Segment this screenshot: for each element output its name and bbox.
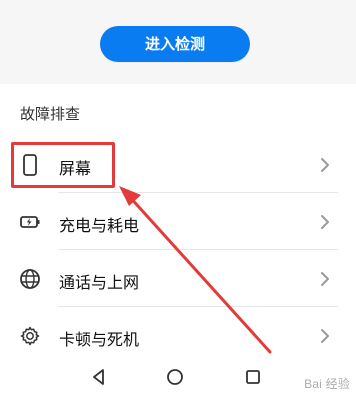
chevron-right-icon	[321, 272, 329, 286]
screen: 进入检测 故障排查 屏幕 充电与耗电 通话与上网 卡顿与死机 Bai 经验	[0, 0, 356, 400]
list-item-charging[interactable]: 充电与耗电	[0, 193, 356, 250]
home-circle-icon[interactable]	[162, 364, 188, 390]
watermark: Bai 经验	[304, 377, 350, 391]
list-item-calls-internet[interactable]: 通话与上网	[0, 250, 356, 307]
enter-detection-button[interactable]: 进入检测	[100, 26, 250, 62]
highlight-box	[11, 142, 115, 188]
chevron-right-icon	[321, 158, 329, 172]
chevron-right-icon	[321, 329, 329, 343]
settings-gear-icon	[20, 326, 40, 346]
bottom-navigation	[0, 354, 356, 400]
recent-square-icon[interactable]	[240, 364, 266, 390]
list-item-label: 卡顿与死机	[59, 330, 140, 349]
section-title: 故障排查	[20, 105, 81, 123]
top-area: 进入检测	[0, 0, 356, 84]
chevron-right-icon	[321, 215, 329, 229]
globe-icon	[20, 269, 40, 289]
list-item-label: 通话与上网	[59, 273, 140, 292]
back-triangle-icon[interactable]	[86, 364, 112, 390]
battery-charge-icon	[20, 216, 40, 228]
list-item-label: 充电与耗电	[59, 216, 140, 235]
